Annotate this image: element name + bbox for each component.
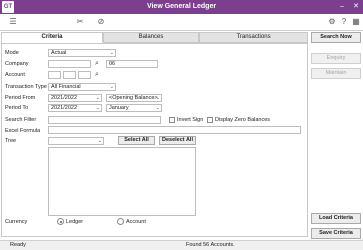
currency-ledger-label: Ledger bbox=[66, 219, 84, 225]
search-filter-input[interactable] bbox=[48, 116, 161, 124]
search-filter-label: Search Filter bbox=[5, 117, 37, 123]
window-title: View General Ledger bbox=[146, 3, 217, 10]
tab-transactions[interactable]: Transactions bbox=[199, 32, 308, 43]
period-to-year: 2021/2022 bbox=[51, 105, 77, 111]
period-to-year-select[interactable]: 2021/2022 ⌄ bbox=[48, 104, 102, 112]
lock-icon[interactable]: ⊘ bbox=[96, 17, 106, 27]
period-to-period-select[interactable]: January ⌄ bbox=[106, 104, 162, 112]
minimize-icon[interactable]: – bbox=[338, 3, 346, 11]
currency-account-radio[interactable] bbox=[117, 218, 124, 225]
period-from-period: <Opening Balance> bbox=[109, 95, 158, 101]
account-label: Account bbox=[5, 72, 25, 78]
currency-account-label: Account bbox=[126, 219, 146, 225]
excel-formula-input[interactable] bbox=[48, 126, 301, 134]
save-criteria-button[interactable]: Save Criteria bbox=[311, 228, 361, 239]
search-icon[interactable]: ⌕ bbox=[93, 71, 101, 79]
grid-icon[interactable]: ▦ bbox=[351, 17, 361, 27]
company-field[interactable] bbox=[48, 60, 91, 68]
invert-sign-label: Invert Sign bbox=[177, 117, 204, 123]
period-from-year-select[interactable]: 2021/2022 ⌄ bbox=[48, 94, 102, 102]
excel-formula-label: Excel Formula bbox=[5, 128, 41, 134]
maintain-button[interactable]: Maintain bbox=[311, 68, 361, 79]
period-from-period-select[interactable]: <Opening Balance> ⌄ bbox=[106, 94, 162, 102]
mode-value: Actual bbox=[51, 50, 67, 56]
currency-label: Currency bbox=[5, 219, 28, 225]
enquiry-button[interactable]: Enquiry bbox=[311, 53, 361, 64]
period-from-label: Period From bbox=[5, 95, 36, 101]
company-label: Company bbox=[5, 61, 29, 67]
deselect-all-button[interactable]: Deselect All bbox=[159, 136, 196, 145]
chevron-down-icon: ⌄ bbox=[155, 95, 160, 101]
select-all-button[interactable]: Select All bbox=[118, 136, 155, 145]
transaction-type-select[interactable]: All Financial ⌄ bbox=[48, 83, 116, 91]
help-icon[interactable]: ? bbox=[339, 17, 349, 27]
settings-icon[interactable]: ⚙ bbox=[327, 17, 337, 27]
transaction-type-value: All Financial bbox=[51, 84, 81, 90]
list-icon[interactable]: ☰ bbox=[8, 17, 18, 27]
close-icon[interactable]: ✕ bbox=[352, 3, 360, 11]
title-bar: GT View General Ledger – ✕ bbox=[0, 0, 363, 14]
chevron-down-icon: ⌄ bbox=[97, 138, 102, 144]
currency-ledger-radio[interactable] bbox=[57, 218, 64, 225]
tab-strip: Criteria Balances Transactions bbox=[1, 32, 308, 43]
invert-sign-checkbox[interactable] bbox=[169, 117, 175, 123]
status-count: Found 56 Accounts. bbox=[186, 242, 235, 248]
status-text: Ready bbox=[10, 242, 26, 248]
period-to-period: January bbox=[109, 105, 129, 111]
status-bar: Ready Found 56 Accounts. bbox=[0, 240, 363, 250]
transaction-type-label: Transaction Type bbox=[5, 84, 47, 90]
toolbar: ☰ ✂ ⊘ ⚙ ? ▦ bbox=[0, 14, 363, 31]
account-segment-3[interactable] bbox=[78, 71, 91, 79]
chevron-down-icon: ⌄ bbox=[109, 84, 114, 90]
mode-label: Mode bbox=[5, 50, 19, 56]
mode-select[interactable]: Actual ⌄ bbox=[48, 49, 116, 57]
tools-icon[interactable]: ✂ bbox=[75, 17, 85, 27]
account-segment-2[interactable] bbox=[63, 71, 76, 79]
tree-list[interactable] bbox=[48, 147, 196, 216]
tree-label: Tree bbox=[5, 138, 17, 144]
search-icon[interactable]: ⌕ bbox=[93, 60, 101, 68]
display-zero-balances-checkbox[interactable] bbox=[207, 117, 213, 123]
tree-select[interactable]: ⌄ bbox=[48, 137, 104, 145]
period-from-year: 2021/2022 bbox=[51, 95, 77, 101]
display-zero-balances-label: Display Zero Balances bbox=[215, 117, 271, 123]
account-segment-1[interactable] bbox=[48, 71, 61, 79]
chevron-down-icon: ⌄ bbox=[95, 105, 100, 111]
company-code-field[interactable]: 06 bbox=[106, 60, 158, 68]
chevron-down-icon: ⌄ bbox=[109, 50, 114, 56]
chevron-down-icon: ⌄ bbox=[155, 105, 160, 111]
tab-balances[interactable]: Balances bbox=[103, 32, 199, 43]
search-now-button[interactable]: Search Now bbox=[311, 32, 361, 43]
load-criteria-button[interactable]: Load Criteria bbox=[311, 213, 361, 224]
period-to-label: Period To bbox=[5, 105, 29, 111]
tab-criteria[interactable]: Criteria bbox=[1, 32, 103, 43]
chevron-down-icon: ⌄ bbox=[95, 95, 100, 101]
